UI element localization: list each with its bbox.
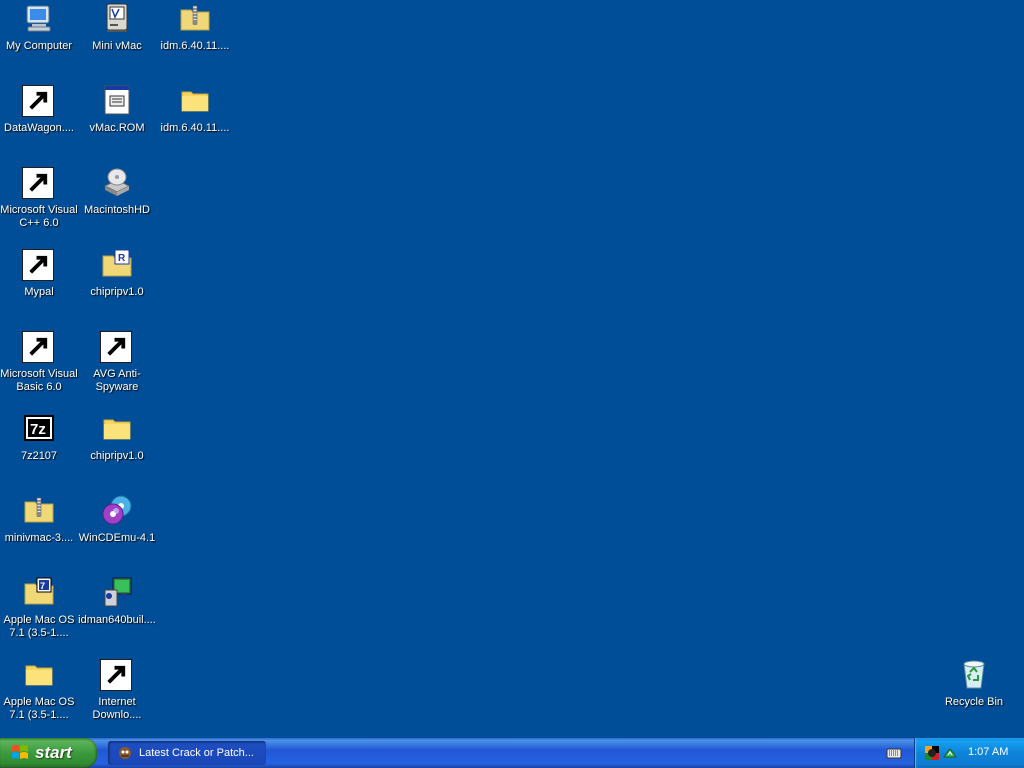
icon-label: WinCDEmu-4.1: [78, 532, 156, 544]
my-computer-icon: [23, 2, 55, 34]
desktop-icon-visual-cpp[interactable]: Microsoft Visual C++ 6.0: [0, 164, 78, 254]
start-button[interactable]: start: [0, 738, 97, 768]
shortcut-arrow-icon: [100, 659, 132, 691]
zip-folder-icon: [23, 494, 55, 526]
taskbar: start Latest Crack or Patch...: [0, 738, 1024, 768]
icon-label: 7z2107: [20, 450, 58, 462]
desktop-icon-avg-anti-spyware[interactable]: S AVG Anti-Spyware: [78, 328, 156, 418]
icon-label: Recycle Bin: [944, 696, 1004, 708]
taskbar-window-label: Latest Crack or Patch...: [139, 747, 254, 759]
desktop-icon-recycle-bin[interactable]: Recycle Bin: [935, 656, 1013, 734]
shortcut-arrow-icon: [100, 331, 132, 363]
folder-icon: [101, 412, 133, 444]
visual-basic-icon: 32: [22, 330, 55, 363]
desktop-icon-chipripv1-folder[interactable]: chipripv1.0: [78, 410, 156, 488]
desktop-icon-mini-vmac[interactable]: Mini vMac: [78, 0, 156, 78]
mypal-raccoon-icon: [22, 248, 55, 281]
icon-label: Apple Mac OS 7.1 (3.5-1....: [3, 614, 75, 639]
windows-logo-icon: [12, 745, 28, 759]
rom-file-icon: [101, 84, 133, 116]
avg-tray-icon[interactable]: [924, 745, 940, 761]
icon-label: My Computer: [5, 40, 73, 52]
idm-installer-icon: [101, 576, 133, 608]
desktop-icon-internet-download-manager[interactable]: Internet Downlo....: [78, 656, 156, 746]
visual-cpp-icon: [22, 166, 55, 199]
taskbar-window-button[interactable]: Latest Crack or Patch...: [108, 741, 266, 765]
desktop-icon-macintoshhd[interactable]: MacintoshHD: [78, 164, 156, 242]
svg-text:7z: 7z: [30, 421, 46, 438]
crack-patch-app-icon: [119, 747, 131, 759]
icon-label: AVG Anti-Spyware: [93, 368, 141, 393]
recycle-bin-icon: [958, 658, 990, 690]
icon-label: chipripv1.0: [90, 286, 144, 298]
icon-label: Microsoft Visual Basic 6.0: [0, 368, 78, 393]
shortcut-arrow-icon: [22, 85, 54, 117]
7z-archive-folder-icon: 7: [23, 576, 55, 608]
mini-vmac-icon: [101, 2, 133, 34]
desktop-icon-vmac-rom[interactable]: vMac.ROM: [78, 82, 156, 160]
desktop-icon-apple-mac-os-folder[interactable]: Apple Mac OS 7.1 (3.5-1....: [0, 656, 78, 746]
icon-label: idm.6.40.11....: [160, 122, 230, 134]
disk-image-icon: [101, 166, 133, 198]
rar-folder-icon: R: [101, 248, 133, 280]
desktop-icon-wincdemu[interactable]: WinCDEmu-4.1: [78, 492, 156, 570]
icon-label: chipripv1.0: [90, 450, 144, 462]
shortcut-arrow-icon: [22, 331, 54, 363]
icon-label: idm.6.40.11....: [160, 40, 230, 52]
desktop-icon-my-computer[interactable]: My Computer: [0, 0, 78, 78]
clock[interactable]: 1:07 AM: [968, 746, 1008, 758]
svg-text:7: 7: [40, 581, 45, 591]
desktop-icon-visual-basic[interactable]: 32 Microsoft Visual Basic 6.0: [0, 328, 78, 418]
desktop-icon-mypal[interactable]: Mypal: [0, 246, 78, 324]
desktop-icon-idm-zip[interactable]: idm.6.40.11....: [156, 0, 234, 78]
icon-label: Apple Mac OS 7.1 (3.5-1....: [3, 696, 75, 721]
keyboard-language-icon[interactable]: [886, 745, 902, 761]
desktop: My Computer DataWagon.... Microsoft Visu…: [0, 0, 1024, 738]
icon-label: MacintoshHD: [83, 204, 151, 216]
icon-label: minivmac-3....: [4, 532, 74, 544]
desktop-icon-chipripv1-rar[interactable]: R chipripv1.0: [78, 246, 156, 324]
wincdemu-icon: [101, 494, 133, 526]
svg-text:R: R: [118, 253, 126, 264]
desktop-icon-idm-folder[interactable]: idm.6.40.11....: [156, 82, 234, 160]
icon-label: Mypal: [24, 286, 54, 298]
icon-label: Internet Downlo....: [92, 696, 142, 721]
desktop-icon-datawagon[interactable]: DataWagon....: [0, 82, 78, 160]
desktop-icon-apple-mac-os-7z[interactable]: 7 Apple Mac OS 7.1 (3.5-1....: [0, 574, 78, 664]
icon-label: DataWagon....: [4, 122, 74, 134]
system-tray: 1:07 AM: [914, 738, 1024, 768]
shortcut-arrow-icon: [22, 249, 54, 281]
shortcut-arrow-icon: [22, 167, 54, 199]
icon-label: idman640buil....: [78, 614, 156, 626]
icon-label: Mini vMac: [92, 40, 142, 52]
internet-download-manager-icon: [100, 658, 133, 691]
icon-label: vMac.ROM: [89, 122, 145, 134]
folder-icon: [23, 658, 55, 690]
folder-icon: [179, 84, 211, 116]
desktop-icon-idman640[interactable]: idman640buil....: [78, 574, 156, 652]
desktop-icon-minivmac-zip[interactable]: minivmac-3....: [0, 492, 78, 570]
datawagon-icon: [22, 84, 55, 117]
network-tray-icon[interactable]: [942, 745, 958, 761]
icon-label: Microsoft Visual C++ 6.0: [0, 204, 78, 229]
desktop-icon-7z2107[interactable]: 7z 7z2107: [0, 410, 78, 488]
start-label: start: [35, 743, 72, 762]
avg-anti-spyware-icon: S: [100, 330, 133, 363]
7zip-icon: 7z: [23, 412, 55, 444]
zip-folder-icon: [179, 2, 211, 34]
